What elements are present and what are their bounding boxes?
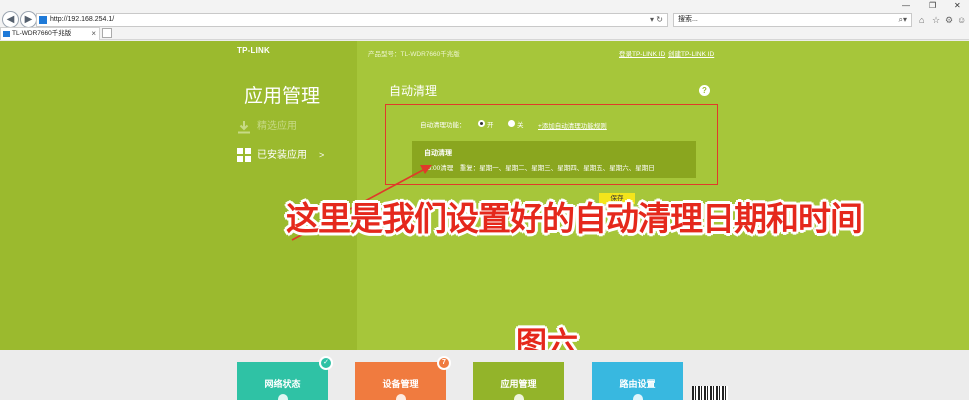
sidebar-item-label: 已安装应用 bbox=[257, 150, 307, 161]
tile-label: 路由设置 bbox=[619, 379, 656, 389]
close-window-icon[interactable]: ✕ bbox=[954, 1, 961, 10]
new-tab-button[interactable] bbox=[102, 28, 112, 38]
sidebar-item-label: 精选应用 bbox=[257, 121, 297, 132]
home-icon[interactable]: ⌂ bbox=[919, 13, 924, 27]
status-check-badge: ✓ bbox=[319, 356, 333, 370]
login-tplink-id-link[interactable]: 登录TP-LINK ID bbox=[619, 48, 665, 58]
smiley-feedback-icon[interactable]: ☺ bbox=[957, 13, 966, 27]
restore-icon[interactable]: ❐ bbox=[929, 1, 936, 10]
tplink-logo: TP-LINK bbox=[237, 46, 270, 55]
refresh-icon[interactable]: ▾ ↻ bbox=[650, 14, 663, 26]
bottom-nav: 网络状态 设备管理 应用管理 路由设置 bbox=[0, 350, 969, 400]
annotation-main-text: 这里是我们设置好的自动清理日期和时间 bbox=[286, 199, 863, 238]
tab-title: TL-WDR7660千兆版 bbox=[12, 30, 72, 37]
tile-app-management[interactable]: 应用管理 bbox=[473, 362, 564, 400]
site-favicon-icon bbox=[39, 16, 47, 24]
address-bar[interactable]: http://192.168.254.1/ ▾ ↻ bbox=[36, 13, 668, 27]
auto-clean-function-label: 自动清理功能： bbox=[420, 122, 466, 129]
create-tplink-id-link[interactable]: 创建TP-LINK ID bbox=[668, 48, 714, 58]
favorites-star-icon[interactable]: ☆ bbox=[932, 13, 940, 27]
chevron-right-icon: > bbox=[319, 150, 325, 160]
section-title: 自动清理 bbox=[389, 84, 438, 98]
add-rule-link[interactable]: +添加自动清理功能规则 bbox=[538, 120, 607, 130]
device-count-badge: 7 bbox=[437, 356, 451, 370]
tile-network-status[interactable]: 网络状态 bbox=[237, 362, 328, 400]
rule-schedule: 03:00清理 重复：星期一、星期二、星期三、星期四、星期五、星期六、星期日 bbox=[424, 165, 655, 172]
minimize-icon[interactable]: — bbox=[902, 1, 910, 10]
radio-off[interactable] bbox=[508, 120, 515, 127]
tab-favicon-icon bbox=[3, 31, 10, 37]
browser-toolbar: ◀ ▶ http://192.168.254.1/ ▾ ↻ 搜索... ⌕▾ ⌂… bbox=[0, 0, 969, 40]
qr-code-image bbox=[692, 386, 728, 400]
forward-button[interactable]: ▶ bbox=[20, 11, 37, 28]
help-icon[interactable]: ? bbox=[699, 85, 710, 96]
tile-label: 应用管理 bbox=[500, 379, 537, 389]
sidebar-title: 应用管理 bbox=[244, 86, 321, 107]
radio-on[interactable] bbox=[478, 120, 485, 127]
grid-apps-icon bbox=[237, 148, 251, 162]
product-model: 产品型号：TL-WDR7660千兆版 bbox=[368, 51, 460, 58]
tile-label: 设备管理 bbox=[382, 379, 419, 389]
back-button[interactable]: ◀ bbox=[2, 11, 19, 28]
radio-on-label: 开 bbox=[487, 122, 494, 129]
device-icon bbox=[396, 394, 406, 400]
search-box[interactable]: 搜索... ⌕▾ bbox=[673, 13, 912, 27]
search-placeholder: 搜索... bbox=[678, 16, 698, 23]
browser-tab[interactable]: TL-WDR7660千兆版 × bbox=[0, 27, 100, 40]
sidebar-item-featured-apps[interactable]: 精选应用 bbox=[237, 119, 297, 135]
radio-off-label: 关 bbox=[517, 122, 524, 129]
download-icon bbox=[238, 121, 250, 134]
sidebar-item-installed-apps[interactable]: 已安装应用 > bbox=[237, 147, 324, 163]
globe-icon bbox=[278, 394, 288, 400]
search-icon[interactable]: ⌕▾ bbox=[899, 14, 908, 26]
app-icon bbox=[514, 394, 524, 400]
tab-close-icon[interactable]: × bbox=[91, 28, 96, 40]
tile-label: 网络状态 bbox=[264, 379, 301, 389]
gear-icon bbox=[633, 394, 643, 400]
address-text: http://192.168.254.1/ bbox=[50, 16, 115, 23]
rule-card[interactable]: 自动清理 03:00清理 重复：星期一、星期二、星期三、星期四、星期五、星期六、… bbox=[412, 141, 696, 178]
settings-gear-icon[interactable]: ⚙ bbox=[945, 13, 953, 27]
rule-title: 自动清理 bbox=[424, 150, 452, 157]
tile-router-settings[interactable]: 路由设置 bbox=[592, 362, 683, 400]
tile-device-management[interactable]: 设备管理 bbox=[355, 362, 446, 400]
